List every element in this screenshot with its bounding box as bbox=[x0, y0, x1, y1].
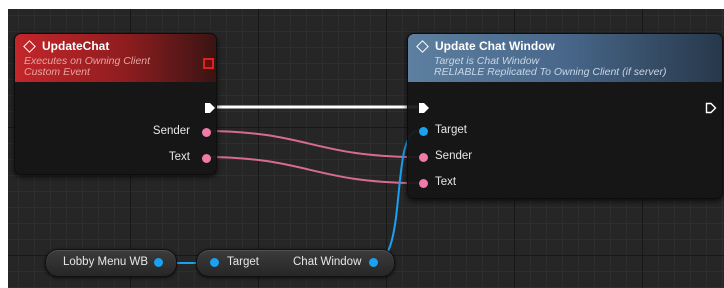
event-text-label: Text bbox=[168, 151, 190, 163]
function-sender-label: Sender bbox=[435, 150, 473, 162]
function-target-pin[interactable] bbox=[419, 127, 428, 136]
replicated-indicator-icon bbox=[203, 58, 214, 69]
event-text-pin[interactable] bbox=[202, 154, 211, 163]
update-chat-window-node[interactable]: Update Chat Window Target is Chat Window… bbox=[407, 33, 723, 199]
function-subtitle-2: RELIABLE Replicated To Owning Client (if… bbox=[434, 66, 667, 78]
event-node-header[interactable]: UpdateChat Executes on Owning Client Cus… bbox=[15, 34, 216, 82]
event-sender-label: Sender bbox=[152, 125, 190, 137]
getter-chat-window-pin[interactable] bbox=[369, 258, 378, 267]
event-sender-pin[interactable] bbox=[202, 128, 211, 137]
function-text-label: Text bbox=[435, 176, 457, 188]
diamond-event-icon bbox=[23, 39, 36, 53]
getter-target-label: Target bbox=[227, 256, 259, 268]
getter-target-pin[interactable] bbox=[210, 258, 219, 267]
text-wire[interactable] bbox=[203, 156, 419, 184]
diamond-function-icon bbox=[416, 39, 429, 53]
blueprint-graph-canvas[interactable]: UpdateChat Executes on Owning Client Cus… bbox=[8, 9, 724, 288]
event-subtitle-2: Custom Event bbox=[24, 66, 90, 78]
lobby-menu-wb-variable-node[interactable]: Lobby Menu WB bbox=[45, 249, 177, 277]
function-target-label: Target bbox=[435, 124, 467, 136]
function-node-title: Update Chat Window bbox=[435, 39, 555, 53]
getter-output-label: Chat Window bbox=[293, 256, 362, 268]
function-sender-pin[interactable] bbox=[419, 153, 428, 162]
event-node-title: UpdateChat bbox=[42, 39, 110, 53]
lobby-menu-wb-out-pin[interactable] bbox=[154, 258, 163, 267]
update-chat-event-node[interactable]: UpdateChat Executes on Owning Client Cus… bbox=[14, 33, 217, 175]
lobby-menu-wb-label: Lobby Menu WB bbox=[63, 256, 149, 268]
sender-wire[interactable] bbox=[203, 130, 419, 158]
function-text-pin[interactable] bbox=[419, 179, 428, 188]
function-node-header[interactable]: Update Chat Window Target is Chat Window… bbox=[408, 34, 722, 82]
chat-window-getter-node[interactable]: Target Chat Window bbox=[196, 249, 395, 277]
